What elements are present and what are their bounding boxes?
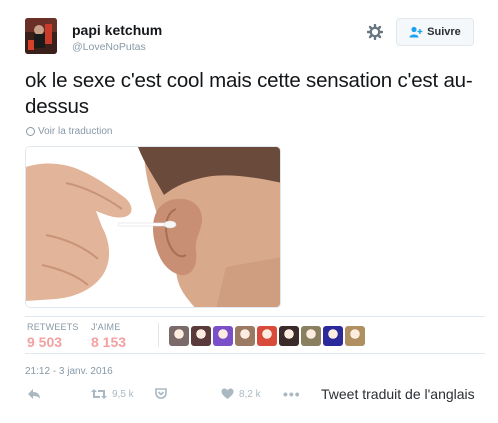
avatar-image bbox=[25, 18, 57, 54]
tweet-photo[interactable] bbox=[25, 146, 281, 308]
liker-avatar[interactable] bbox=[301, 326, 321, 346]
translate-link-label: Voir la traduction bbox=[38, 126, 113, 137]
heart-icon bbox=[221, 388, 234, 400]
liker-avatar[interactable] bbox=[345, 326, 365, 346]
engagement-stats: RETWEETS 9 503 J'AIME 8 153 bbox=[25, 316, 485, 354]
retweet-button[interactable]: 9,5 k bbox=[91, 388, 134, 400]
gear-icon[interactable] bbox=[366, 23, 384, 42]
likes-stat[interactable]: J'AIME 8 153 bbox=[91, 322, 126, 350]
avatar[interactable] bbox=[25, 18, 57, 54]
liker-avatar[interactable] bbox=[235, 326, 255, 346]
tweet-timestamp[interactable]: 21:12 - 3 janv. 2016 bbox=[25, 366, 113, 377]
retweet-icon bbox=[91, 388, 107, 400]
likes-label: J'AIME bbox=[91, 322, 121, 332]
liker-avatar[interactable] bbox=[169, 326, 189, 346]
translated-notice: Tweet traduit de l'anglais bbox=[321, 386, 475, 402]
retweet-count: 9,5 k bbox=[112, 388, 134, 400]
reply-icon bbox=[27, 388, 41, 400]
pocket-icon bbox=[155, 388, 167, 399]
follow-button-label: Suivre bbox=[427, 26, 461, 38]
more-button[interactable]: ••• bbox=[283, 386, 301, 402]
tweet-actions: 9,5 k 8,2 k ••• Tweet traduit de l'angla… bbox=[25, 386, 495, 408]
stats-divider bbox=[158, 323, 159, 347]
like-button[interactable]: 8,2 k bbox=[221, 388, 261, 400]
liker-avatar[interactable] bbox=[257, 326, 277, 346]
save-button[interactable] bbox=[155, 388, 167, 399]
like-count: 8,2 k bbox=[239, 388, 261, 400]
author-name[interactable]: papi ketchum bbox=[72, 22, 162, 38]
tweet-text: ok le sexe c'est cool mais cette sensati… bbox=[25, 69, 473, 118]
add-person-icon bbox=[409, 26, 423, 38]
retweets-value: 9 503 bbox=[27, 334, 63, 350]
liker-avatar[interactable] bbox=[323, 326, 343, 346]
author-handle[interactable]: @LoveNoPutas bbox=[72, 41, 146, 53]
retweets-label: RETWEETS bbox=[27, 322, 79, 332]
more-icon: ••• bbox=[283, 386, 301, 402]
liker-avatar[interactable] bbox=[191, 326, 211, 346]
photo-ear-cotton-swab bbox=[26, 147, 280, 307]
retweets-stat[interactable]: RETWEETS 9 503 bbox=[27, 322, 79, 350]
likes-value: 8 153 bbox=[91, 334, 127, 350]
globe-icon bbox=[26, 127, 35, 136]
liker-avatar[interactable] bbox=[213, 326, 233, 346]
translate-link[interactable]: Voir la traduction bbox=[26, 126, 113, 137]
reply-button[interactable] bbox=[27, 388, 41, 400]
liker-avatar[interactable] bbox=[279, 326, 299, 346]
liker-avatars bbox=[169, 326, 365, 346]
follow-button[interactable]: Suivre bbox=[396, 18, 474, 46]
